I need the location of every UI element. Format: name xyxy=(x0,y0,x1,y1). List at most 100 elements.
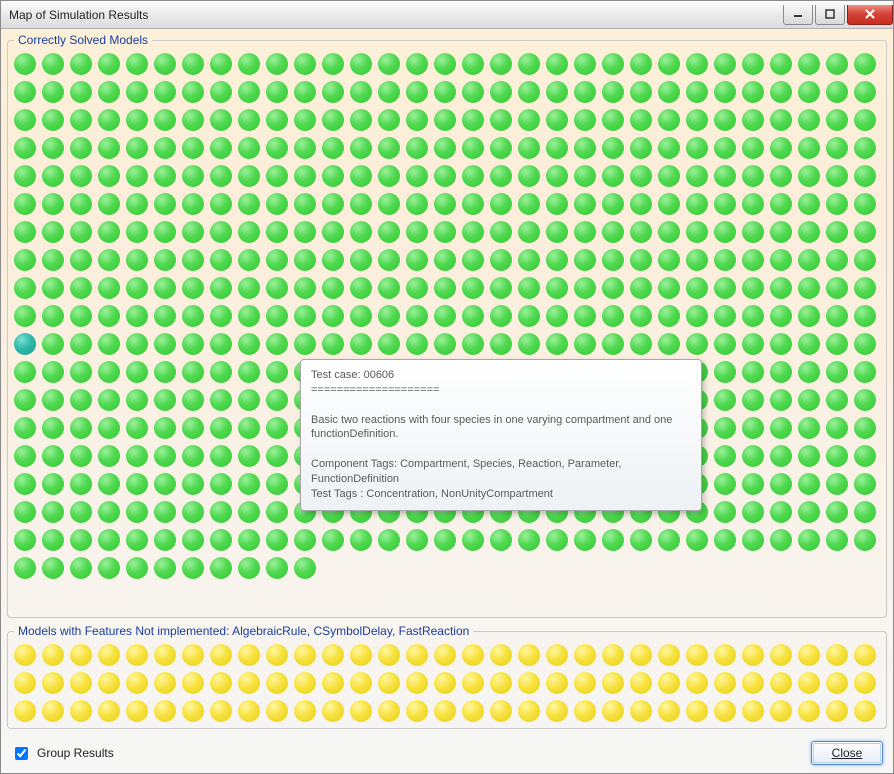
model-dot[interactable] xyxy=(714,644,736,666)
model-dot[interactable] xyxy=(126,529,148,551)
model-dot[interactable] xyxy=(378,277,400,299)
model-dot[interactable] xyxy=(154,700,176,722)
model-dot[interactable] xyxy=(350,305,372,327)
model-dot[interactable] xyxy=(126,221,148,243)
model-dot[interactable] xyxy=(574,137,596,159)
model-dot[interactable] xyxy=(854,417,876,439)
model-dot[interactable] xyxy=(574,81,596,103)
model-dot[interactable] xyxy=(238,249,260,271)
model-dot[interactable] xyxy=(294,529,316,551)
model-dot[interactable] xyxy=(294,165,316,187)
model-dot[interactable] xyxy=(658,193,680,215)
model-dot[interactable] xyxy=(770,137,792,159)
model-dot[interactable] xyxy=(518,193,540,215)
model-dot[interactable] xyxy=(266,700,288,722)
model-dot[interactable] xyxy=(294,53,316,75)
model-dot[interactable] xyxy=(490,529,512,551)
model-dot[interactable] xyxy=(210,165,232,187)
model-dot[interactable] xyxy=(826,672,848,694)
model-dot[interactable] xyxy=(406,193,428,215)
model-dot[interactable] xyxy=(798,529,820,551)
model-dot[interactable] xyxy=(42,305,64,327)
model-dot[interactable] xyxy=(14,417,36,439)
model-dot[interactable] xyxy=(854,81,876,103)
model-dot[interactable] xyxy=(238,221,260,243)
model-dot[interactable] xyxy=(854,305,876,327)
model-dot[interactable] xyxy=(742,193,764,215)
model-dot[interactable] xyxy=(658,137,680,159)
model-dot[interactable] xyxy=(322,81,344,103)
model-dot[interactable] xyxy=(378,165,400,187)
model-dot[interactable] xyxy=(182,644,204,666)
model-dot[interactable] xyxy=(154,557,176,579)
model-dot[interactable] xyxy=(434,221,456,243)
model-dot[interactable] xyxy=(98,501,120,523)
model-dot[interactable] xyxy=(182,700,204,722)
model-dot[interactable] xyxy=(490,53,512,75)
model-dot[interactable] xyxy=(14,333,36,355)
model-dot[interactable] xyxy=(546,700,568,722)
model-dot[interactable] xyxy=(434,137,456,159)
model-dot[interactable] xyxy=(854,700,876,722)
model-dot[interactable] xyxy=(266,249,288,271)
model-dot[interactable] xyxy=(266,165,288,187)
model-dot[interactable] xyxy=(518,672,540,694)
model-dot[interactable] xyxy=(350,672,372,694)
model-dot[interactable] xyxy=(70,700,92,722)
model-dot[interactable] xyxy=(98,53,120,75)
model-dot[interactable] xyxy=(490,165,512,187)
model-dot[interactable] xyxy=(98,417,120,439)
model-dot[interactable] xyxy=(322,305,344,327)
model-dot[interactable] xyxy=(826,221,848,243)
model-dot[interactable] xyxy=(854,109,876,131)
model-dot[interactable] xyxy=(798,305,820,327)
model-dot[interactable] xyxy=(714,361,736,383)
model-dot[interactable] xyxy=(98,389,120,411)
model-dot[interactable] xyxy=(210,53,232,75)
model-dot[interactable] xyxy=(490,137,512,159)
model-dot[interactable] xyxy=(98,109,120,131)
model-dot[interactable] xyxy=(238,53,260,75)
model-dot[interactable] xyxy=(574,193,596,215)
model-dot[interactable] xyxy=(462,249,484,271)
model-dot[interactable] xyxy=(658,221,680,243)
model-dot[interactable] xyxy=(854,221,876,243)
model-dot[interactable] xyxy=(630,305,652,327)
model-dot[interactable] xyxy=(322,53,344,75)
model-dot[interactable] xyxy=(714,109,736,131)
model-dot[interactable] xyxy=(70,644,92,666)
model-dot[interactable] xyxy=(546,305,568,327)
model-dot[interactable] xyxy=(406,221,428,243)
model-dot[interactable] xyxy=(462,193,484,215)
model-dot[interactable] xyxy=(742,109,764,131)
model-dot[interactable] xyxy=(406,109,428,131)
model-dot[interactable] xyxy=(70,249,92,271)
model-dot[interactable] xyxy=(210,361,232,383)
model-dot[interactable] xyxy=(574,221,596,243)
model-dot[interactable] xyxy=(742,501,764,523)
model-dot[interactable] xyxy=(322,221,344,243)
model-dot[interactable] xyxy=(462,137,484,159)
model-dot[interactable] xyxy=(98,473,120,495)
model-dot[interactable] xyxy=(854,389,876,411)
model-dot[interactable] xyxy=(14,445,36,467)
model-dot[interactable] xyxy=(266,389,288,411)
model-dot[interactable] xyxy=(798,165,820,187)
model-dot[interactable] xyxy=(630,193,652,215)
model-dot[interactable] xyxy=(126,445,148,467)
model-dot[interactable] xyxy=(238,529,260,551)
model-dot[interactable] xyxy=(714,81,736,103)
model-dot[interactable] xyxy=(770,529,792,551)
model-dot[interactable] xyxy=(294,221,316,243)
model-dot[interactable] xyxy=(182,277,204,299)
model-dot[interactable] xyxy=(210,501,232,523)
model-dot[interactable] xyxy=(70,672,92,694)
model-dot[interactable] xyxy=(14,193,36,215)
model-dot[interactable] xyxy=(70,473,92,495)
model-dot[interactable] xyxy=(490,221,512,243)
model-dot[interactable] xyxy=(266,221,288,243)
group-results-label-wrap[interactable]: Group Results xyxy=(11,744,114,763)
model-dot[interactable] xyxy=(518,221,540,243)
model-dot[interactable] xyxy=(98,81,120,103)
model-dot[interactable] xyxy=(70,137,92,159)
